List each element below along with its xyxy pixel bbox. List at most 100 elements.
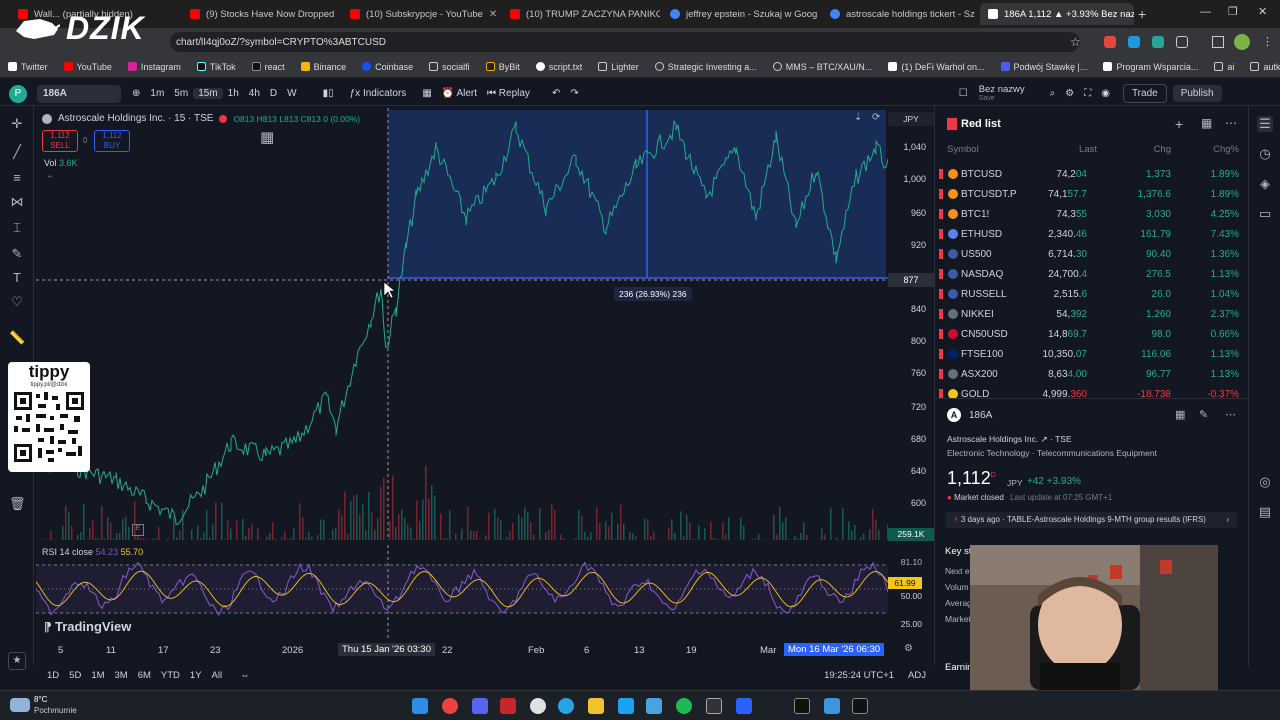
symbol-search[interactable]: 186A (37, 84, 121, 103)
app-icon[interactable] (706, 698, 722, 714)
range-1d[interactable]: 1D (42, 670, 64, 681)
puzzle-icon[interactable] (1176, 36, 1188, 48)
bookmark[interactable]: Lighter (590, 62, 647, 72)
templates-icon[interactable]: ▦ (417, 88, 436, 99)
clock-display[interactable]: 19:25:24 UTC+1 (824, 670, 894, 681)
app-icon[interactable] (500, 698, 516, 714)
currency-select[interactable]: JPY (888, 112, 934, 126)
range-1y[interactable]: 1Y (185, 670, 207, 681)
watchlist-row[interactable]: US500 6,714.30 90.40 1.36% (935, 244, 1247, 264)
bookmark-folder[interactable]: autka (1242, 62, 1280, 72)
more-icon[interactable]: ⋯ (1225, 408, 1236, 421)
brush-icon[interactable]: ✎ (9, 246, 25, 262)
watchlist-title[interactable]: Red list (961, 118, 1001, 130)
interval-15m[interactable]: 15m (193, 88, 223, 99)
bookmark[interactable]: script.txt (528, 62, 591, 72)
column-header[interactable]: Last (1077, 144, 1097, 155)
target-icon[interactable]: ◎ (1257, 474, 1273, 490)
range-5d[interactable]: 5D (64, 670, 86, 681)
watchlist-row[interactable]: BTCUSD 74,204 1,373 1.89% (935, 164, 1247, 184)
watchlist-row[interactable]: BTCUSDT.P 74,157.7 1,376.6 1.89% (935, 184, 1247, 204)
measure-rectangle[interactable] (388, 110, 886, 278)
settings-icon[interactable]: ⚙ (1060, 88, 1079, 99)
search-icon[interactable]: ⌕ (1045, 88, 1061, 99)
interval-5m[interactable]: 5m (169, 88, 193, 99)
detail-symbol[interactable]: 186A (969, 410, 992, 421)
candlestick-plot[interactable] (35, 108, 889, 540)
scroll-down-icon[interactable]: ⇣ (854, 112, 862, 123)
heart-icon[interactable]: ♡ (9, 294, 25, 310)
watchlist-icon[interactable]: ☰ (1257, 116, 1273, 132)
indicators-button[interactable]: ƒx Indicators (345, 88, 412, 99)
fib-icon[interactable]: ≡ (9, 170, 25, 186)
sync-icon[interactable]: ⟳ (872, 112, 880, 123)
buy-button[interactable]: 1,112 BUY (94, 130, 130, 152)
replay-button[interactable]: ⏮ Replay (482, 88, 535, 99)
time-axis[interactable]: 5 11 17 23 2026 Thu 15 Jan '26 03:30 22 … (36, 641, 934, 659)
trendline-icon[interactable]: ╱ (9, 144, 25, 160)
app-icon[interactable] (530, 698, 546, 714)
favorites-star-icon[interactable]: ★ (8, 652, 26, 670)
extension-icon[interactable] (1104, 36, 1116, 48)
earnings-marker-icon[interactable]: E (132, 524, 144, 536)
undo-icon[interactable]: ↶ (547, 88, 565, 99)
forecast-icon[interactable]: ⌶ (9, 220, 25, 236)
chrome-icon[interactable] (442, 698, 458, 714)
chat-icon[interactable]: ▭ (1257, 206, 1273, 222)
browser-tab[interactable]: jeffrey epstein - Szukaj w Goog✕ (662, 3, 820, 25)
rsi-pane[interactable]: RSI 14 close 54.23 55.70 ⁋ TradingView 8… (35, 545, 922, 640)
redo-icon[interactable]: ↷ (565, 88, 583, 99)
bookmark[interactable]: Program Wsparcia... (1095, 62, 1206, 72)
app-icon[interactable] (736, 698, 752, 714)
download-icon[interactable] (1212, 36, 1224, 48)
bookmark[interactable]: YouTube (56, 62, 120, 72)
browser-tab[interactable]: (9) Stocks Have Now Dropped✕ (182, 3, 340, 25)
alert-button[interactable]: ⏰ Alert (437, 88, 482, 99)
more-icon[interactable]: ⋯ (1225, 116, 1237, 130)
interval-1h[interactable]: 1h (223, 88, 244, 99)
app-icon[interactable] (852, 698, 868, 714)
date-range-icon[interactable]: ⇔ (235, 670, 255, 681)
range-all[interactable]: All (207, 670, 228, 681)
external-link-icon[interactable]: ↗ (1041, 434, 1048, 444)
bookmark[interactable]: TikTok (189, 62, 244, 72)
browser-tab[interactable]: (10) Subskrypcje - YouTube ✕ (342, 3, 500, 25)
price-axis[interactable]: JPY 1,040 1,000 960 920 877 840 800 760 … (888, 108, 934, 541)
extension-icon[interactable] (1152, 36, 1164, 48)
app-icon[interactable] (824, 698, 840, 714)
watchlist-row[interactable]: ETHUSD 2,340.46 161.79 7.43% (935, 224, 1247, 244)
interval-w[interactable]: W (282, 88, 301, 99)
terminal-icon[interactable] (794, 698, 810, 714)
profile-avatar[interactable] (1234, 34, 1250, 50)
columns-icon[interactable]: ▦ (1201, 116, 1212, 130)
bookmark[interactable]: Coinbase (354, 62, 421, 72)
axis-settings-icon[interactable]: ⚙ (904, 643, 913, 654)
price-chart[interactable]: 236 (26.93%) 236 Astroscale Holdings Inc… (35, 108, 889, 540)
bookmark-folder[interactable]: ai (1206, 62, 1242, 72)
browser-tab[interactable]: (10) TRUMP ZACZYNA PANIKO✕ (502, 3, 660, 25)
watchlist-row[interactable]: NIKKEI 54,392 1,260 2.37% (935, 304, 1247, 324)
bookmark[interactable]: (1) DeFi Warhol on... (880, 62, 992, 72)
news-item[interactable]: ⚡ 3 days ago · TABLE-Astroscale Holdings… (945, 512, 1237, 528)
bookmark[interactable]: socialfi (421, 62, 478, 72)
watchlist-row[interactable]: BTC1! 74,355 3,030 4.25% (935, 204, 1247, 224)
star-icon[interactable]: ☆ (1070, 35, 1081, 49)
candles-icon[interactable]: ▮▯ (318, 88, 339, 99)
browser-tab-active[interactable]: 186A 1,112 ▲ +3.93% Bez naz✕ (980, 3, 1134, 25)
weather-icon[interactable] (10, 698, 30, 712)
add-compare-icon[interactable]: ⊕ (127, 88, 145, 99)
edit-icon[interactable]: ✎ (1199, 408, 1208, 421)
column-header[interactable]: Chg (1135, 144, 1171, 155)
interval-d[interactable]: D (265, 88, 282, 99)
bookmark[interactable]: Strategic Investing a... (647, 62, 765, 72)
menu-dots-icon[interactable]: ⋮ (1262, 35, 1273, 48)
telegram-icon[interactable] (558, 698, 574, 714)
browser-tab[interactable]: astroscale holdings tickert - Sz✕ (822, 3, 978, 25)
folder-icon[interactable] (588, 698, 604, 714)
bookmark[interactable]: react (244, 62, 293, 72)
range-ytd[interactable]: YTD (156, 670, 185, 681)
bookmark[interactable]: Twitter (0, 62, 56, 72)
layout-name[interactable]: Bez nazwy Save (979, 84, 1025, 103)
grid-view-icon[interactable]: ▦ (1175, 408, 1185, 421)
adj-toggle[interactable]: ADJ (908, 670, 926, 681)
